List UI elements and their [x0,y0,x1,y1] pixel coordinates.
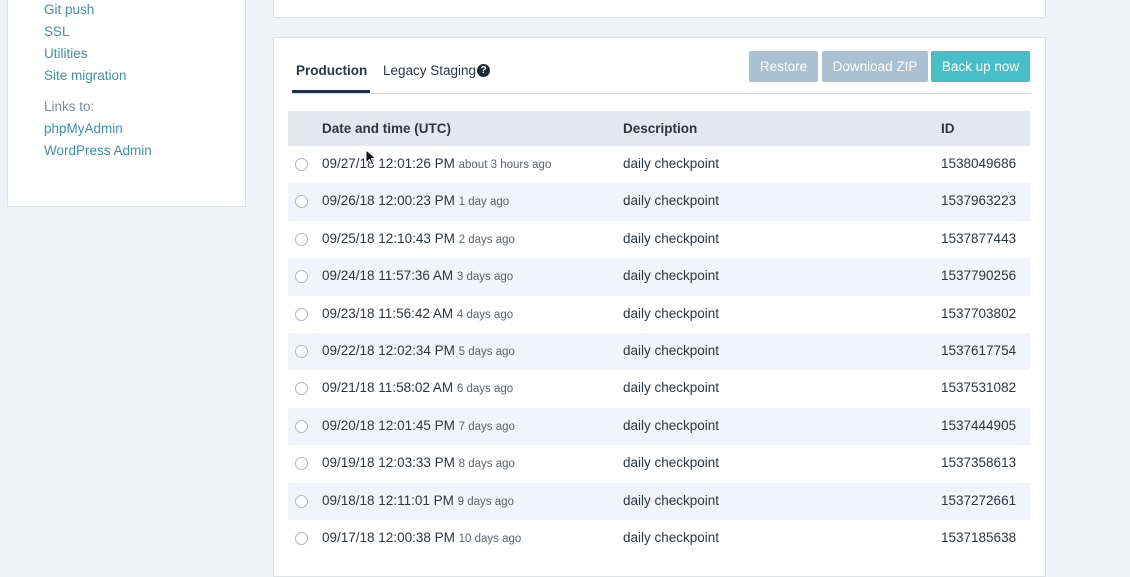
backups-panel: Production Legacy Staging ? Restore Down… [273,37,1046,577]
row-id: 1537358613 [941,455,1017,471]
row-radio[interactable] [295,494,308,508]
row-description: daily checkpoint [623,342,720,358]
row-date: 09/23/18 11:56:42 AM 4 days ago [322,305,514,321]
row-description: daily checkpoint [623,380,720,396]
row-radio[interactable] [295,382,308,396]
row-date: 09/27/18 12:01:26 PM about 3 hours ago [322,156,552,171]
row-date: 09/25/18 12:10:43 PM 2 days ago [322,230,515,246]
restore-button[interactable]: Restore [749,51,818,82]
row-radio[interactable] [295,232,308,246]
row-description: daily checkpoint [623,455,720,471]
table-row[interactable]: 09/17/18 12:00:38 PM 10 days ago daily c… [288,520,1030,557]
back-up-now-button[interactable]: Back up now [931,51,1030,82]
row-description: daily checkpoint [623,492,720,508]
row-description: daily checkpoint [623,268,720,284]
row-date: 09/18/18 12:11:01 PM 9 days ago [322,492,514,508]
row-id: 1537444905 [941,417,1017,433]
row-radio[interactable] [295,158,308,171]
row-radio[interactable] [295,531,308,545]
table-row[interactable]: 09/19/18 12:03:33 PM 8 days ago daily ch… [288,445,1030,482]
row-id: 1537272661 [941,492,1017,508]
column-header-date: Date and time (UTC) [322,121,452,136]
table-header: Date and time (UTC) Description ID [288,111,1030,146]
row-date: 09/26/18 12:00:23 PM 1 day ago [322,193,510,209]
row-radio[interactable] [295,344,308,358]
row-id: 1537703802 [941,305,1017,321]
row-id: 1537531082 [941,380,1017,396]
row-date: 09/17/18 12:00:38 PM 10 days ago [322,529,522,545]
table-row[interactable]: 09/24/18 11:57:36 AM 3 days ago daily ch… [288,258,1030,296]
sidebar-link-utilities[interactable]: Utilities [44,46,88,61]
row-radio[interactable] [295,270,308,284]
row-radio[interactable] [295,419,308,433]
row-date: 09/20/18 12:01:45 PM 7 days ago [322,417,515,433]
row-description: daily checkpoint [623,529,720,545]
column-header-id: ID [941,121,955,136]
sidebar-link-ssl[interactable]: SSL [44,24,70,39]
row-description: daily checkpoint [623,193,720,209]
sidebar-link-wordpress-admin[interactable]: WordPress Admin [44,143,152,158]
row-id: 1537790256 [941,268,1017,284]
tab-legacy-staging[interactable]: Legacy Staging [383,63,476,78]
download-zip-button[interactable]: Download ZIP [822,51,928,82]
row-id: 1537617754 [941,342,1017,358]
sidebar-link-site-migration[interactable]: Site migration [44,68,127,83]
table-row[interactable]: 09/23/18 11:56:42 AM 4 days ago daily ch… [288,296,1030,333]
table-row[interactable]: 09/27/18 12:01:26 PM about 3 hours ago d… [288,146,1030,183]
row-date: 09/21/18 11:58:02 AM 6 days ago [322,380,514,396]
top-panel [273,0,1046,18]
table-row[interactable]: 09/25/18 12:10:43 PM 2 days ago daily ch… [288,221,1030,258]
row-description: daily checkpoint [623,230,720,246]
tab-production[interactable]: Production [296,63,367,78]
links-to-heading: Links to: [44,99,95,114]
row-id: 1537877443 [941,230,1017,246]
row-radio[interactable] [295,307,308,321]
row-radio[interactable] [295,195,308,209]
row-date: 09/22/18 12:02:34 PM 5 days ago [322,342,515,358]
sidebar-panel: Git push SSL Utilities Site migration Li… [7,0,246,207]
column-header-description: Description [623,121,698,136]
row-date: 09/24/18 11:57:36 AM 3 days ago [322,268,514,284]
table-row[interactable]: 09/18/18 12:11:01 PM 9 days ago daily ch… [288,482,1030,520]
table-row[interactable]: 09/20/18 12:01:45 PM 7 days ago daily ch… [288,407,1030,446]
table-row[interactable]: 09/21/18 11:58:02 AM 6 days ago daily ch… [288,370,1030,407]
row-description: daily checkpoint [623,305,720,321]
row-id: 1537963223 [941,193,1017,209]
table-row[interactable]: 09/22/18 12:02:34 PM 5 days ago daily ch… [288,332,1030,371]
help-icon[interactable]: ? [477,64,490,77]
sidebar-link-git-push[interactable]: Git push [44,2,94,17]
table-row[interactable]: 09/26/18 12:00:23 PM 1 day ago daily che… [288,183,1030,221]
tabs-divider [292,93,1031,94]
row-radio[interactable] [295,457,308,471]
mouse-cursor-icon [365,149,378,166]
row-description: daily checkpoint [623,156,720,171]
row-description: daily checkpoint [623,417,720,433]
backups-table: Date and time (UTC) Description ID 09/27… [288,111,1030,557]
row-id: 1537185638 [941,529,1017,545]
row-id: 1538049686 [941,156,1017,171]
row-date: 09/19/18 12:03:33 PM 8 days ago [322,455,515,471]
sidebar-link-phpmyadmin[interactable]: phpMyAdmin [44,121,123,136]
